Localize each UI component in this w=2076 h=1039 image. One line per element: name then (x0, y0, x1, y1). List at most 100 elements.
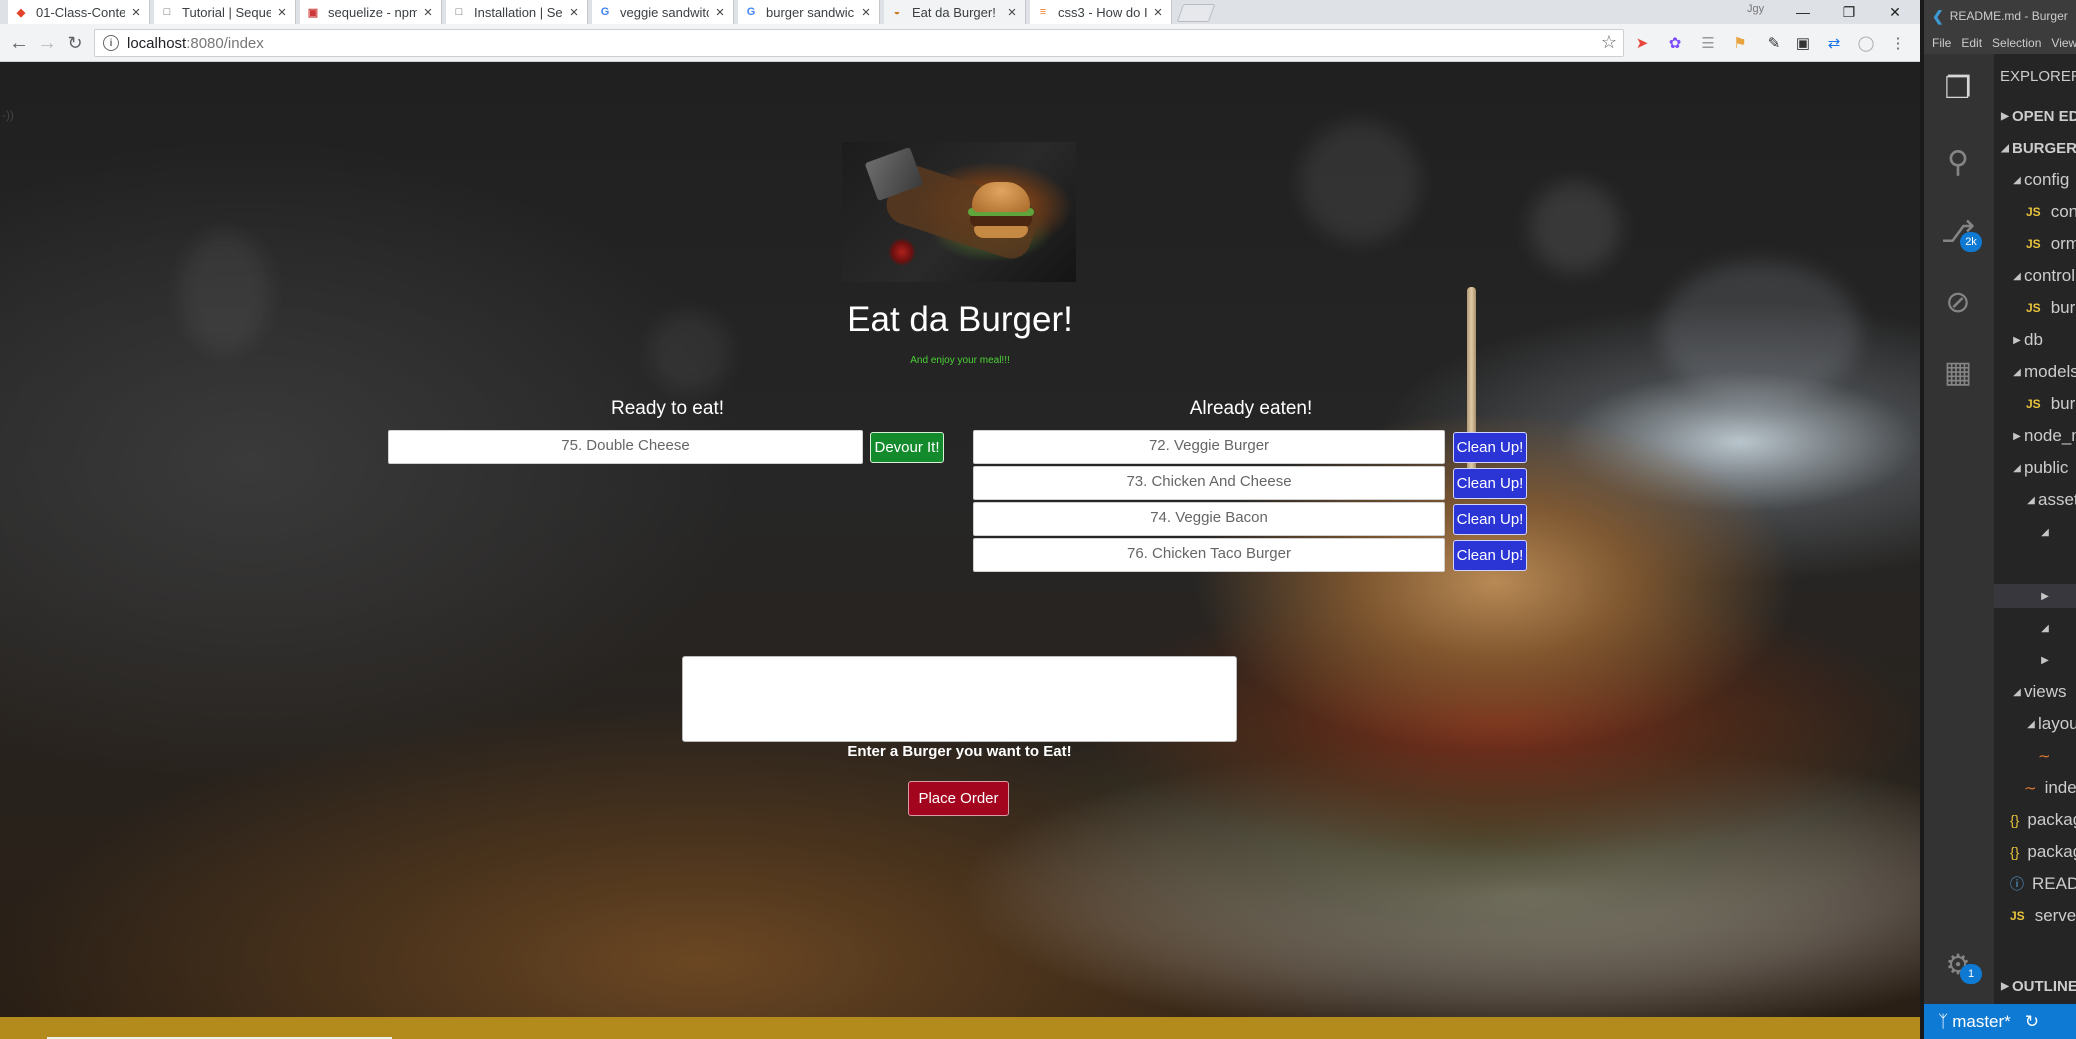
tree-file-js[interactable]: JSburger.js (1994, 392, 2076, 416)
extension-sync-icon[interactable]: ⇄ (1824, 33, 1844, 53)
extension-color-icon[interactable]: ✿ (1665, 33, 1685, 53)
settings-gear-icon[interactable]: ⚙ 1 (1938, 944, 1982, 984)
browser-tab[interactable]: ◆ 01-Class-Content/14-han× (8, 0, 150, 24)
json-file-icon: {} (2010, 812, 2020, 828)
browser-window: ◆01-Class-Content/14-han×□Tutorial | Seq… (0, 0, 1920, 1039)
tree-folder[interactable]: ◢ (1994, 520, 2076, 544)
address-bar[interactable]: i localhost:8080/index ☆ (94, 29, 1624, 57)
info-icon[interactable]: i (103, 35, 119, 51)
vscode-menubar: File Edit Selection View (1924, 32, 2076, 54)
tree-folder[interactable]: ◢controllers (1994, 264, 2076, 288)
extension-circle-icon[interactable]: ◯ (1856, 33, 1876, 53)
place-order-button[interactable]: Place Order (908, 781, 1009, 816)
explorer-files-icon[interactable]: ❐ (1938, 68, 1978, 108)
google-icon: G (600, 6, 610, 18)
page-title: Eat da Burger! (847, 300, 1073, 339)
extension-arrow-icon[interactable]: ➤ (1632, 33, 1652, 53)
extension-screenshot-icon[interactable]: ▣ (1793, 33, 1813, 53)
ready-burger-item: 75. Double Cheese (388, 430, 863, 464)
git-branch-icon: ᛉ (1938, 1011, 1949, 1031)
browser-tab[interactable]: □ Tutorial | Sequelize | The× (154, 0, 296, 24)
tree-file-js[interactable]: JSorm.js (1994, 232, 2076, 256)
tree-section-outline[interactable]: ▶ OUTLINE (1994, 974, 2076, 998)
browser-tab[interactable]: Gburger sandwich images× (738, 0, 880, 24)
debug-icon[interactable]: ⊘ (1938, 282, 1978, 322)
tree-file-js[interactable]: JSconnection.js (1994, 200, 2076, 224)
close-window-icon[interactable]: ✕ (1872, 0, 1918, 24)
tree-folder[interactable]: ▶node_modules (1994, 424, 2076, 448)
devour-button[interactable]: Devour It! (870, 432, 944, 463)
browser-tab[interactable]: □ Installation | Sequelize | T× (446, 0, 588, 24)
tab-close-icon[interactable]: × (275, 4, 289, 21)
maximize-icon[interactable]: ❐ (1826, 0, 1872, 24)
minimize-icon[interactable]: — (1780, 0, 1826, 24)
profile-label[interactable]: Jgy (1747, 3, 1764, 15)
menu-icon[interactable]: ⋮ (1888, 33, 1908, 53)
tab-close-icon[interactable]: × (129, 4, 143, 21)
forward-icon[interactable]: → (34, 30, 60, 56)
tree-file-js[interactable]: JSburgers_controller.js (1994, 296, 2076, 320)
tree-file-js[interactable]: JSserver.js (1994, 904, 2076, 928)
tree-folder[interactable]: ◢ models (1994, 360, 2076, 384)
sync-icon[interactable]: ↻ (2025, 1012, 2039, 1032)
extension-eyedropper-icon[interactable]: ✎ (1764, 33, 1784, 53)
extensions-icon[interactable]: ▦ (1938, 352, 1978, 392)
tab-close-icon[interactable]: × (859, 4, 873, 21)
burger-icon: ◒ (893, 6, 901, 18)
source-control-icon[interactable]: ⎇ 2k (1938, 212, 1982, 252)
extension-tag-icon[interactable]: ⚑ (1730, 33, 1750, 53)
tab-title: veggie sandwitch backgr (620, 4, 709, 20)
js-file-icon: JS (2026, 205, 2041, 219)
bookmark-star-icon[interactable]: ☆ (1601, 32, 1617, 53)
page-viewport: -)) Eat da Burger! And enjoy your meal!!… (0, 62, 1920, 1017)
tree-file-readme[interactable]: ⓘREADME.md (1994, 872, 2076, 896)
extension-bars-icon[interactable]: ☰ (1698, 33, 1718, 53)
clean-up-button[interactable]: Clean Up! (1453, 504, 1527, 535)
menu-selection[interactable]: Selection (1992, 36, 2041, 50)
tree-folder[interactable]: ◢layouts (1994, 712, 2076, 736)
menu-view[interactable]: View (2051, 36, 2076, 50)
menu-file[interactable]: File (1932, 36, 1951, 50)
browser-tab[interactable]: ◒ Eat da Burger! × (884, 0, 1026, 24)
tree-folder[interactable]: ◢ config (1994, 168, 2076, 192)
clean-up-button[interactable]: Clean Up! (1453, 540, 1527, 571)
tree-file-json[interactable]: {}package-lock.json (1994, 840, 2076, 864)
settings-badge: 1 (1960, 964, 1982, 984)
tree-section-open-editors[interactable]: ▶OPEN EDITORS (1994, 104, 2076, 128)
eaten-burger-item: 72. Veggie Burger (973, 430, 1445, 464)
browser-tab[interactable]: Gveggie sandwitch backgr× (592, 0, 734, 24)
url-host: localhost (127, 34, 187, 52)
back-icon[interactable]: ← (6, 30, 32, 56)
browser-tab[interactable]: ▣ sequelize - npm × (300, 0, 442, 24)
page-side-text: -)) (2, 108, 14, 122)
explorer-sidebar: EXPLORER ▶OPEN EDITORS ◢BURGER ◢config J… (1994, 54, 2076, 1004)
browser-tab[interactable]: ≡ css3 - How do I make my× (1030, 0, 1172, 24)
tree-file-handlebars[interactable]: ∼index.handlebars (1994, 776, 2076, 800)
burger-order-textarea[interactable] (682, 656, 1237, 742)
tree-folder[interactable]: ◢assets (1994, 488, 2076, 512)
js-file-icon: JS (2026, 397, 2041, 411)
search-icon[interactable]: ⚲ (1938, 142, 1978, 182)
tab-close-icon[interactable]: × (1005, 4, 1019, 21)
tree-folder[interactable]: ◢ public (1994, 456, 2076, 480)
tree-folder[interactable]: ◢ (1994, 616, 2076, 640)
tab-close-icon[interactable]: × (567, 4, 581, 21)
tab-title: Tutorial | Sequelize | The (182, 4, 271, 20)
tree-folder-selected[interactable]: ▶ (1994, 584, 2076, 608)
tree-folder[interactable]: ◢ views (1994, 680, 2076, 704)
tree-section-burger[interactable]: ◢ BURGER (1994, 136, 2076, 160)
reload-icon[interactable]: ↻ (62, 30, 88, 56)
new-tab-button[interactable] (1176, 4, 1216, 22)
menu-edit[interactable]: Edit (1961, 36, 1982, 50)
clean-up-button[interactable]: Clean Up! (1453, 432, 1527, 463)
tree-file-json[interactable]: {}package.json (1994, 808, 2076, 832)
git-branch-label[interactable]: master* (1952, 1012, 2011, 1032)
tab-close-icon[interactable]: × (1151, 4, 1165, 21)
tab-close-icon[interactable]: × (421, 4, 435, 21)
tab-close-icon[interactable]: × (713, 4, 727, 21)
tree-folder[interactable]: ▶ db (1994, 328, 2076, 352)
tree-file-handlebars[interactable]: ∼ (1994, 744, 2076, 768)
clean-up-button[interactable]: Clean Up! (1453, 468, 1527, 499)
tree-folder[interactable]: ▶ (1994, 648, 2076, 672)
tab-title: sequelize - npm (328, 4, 417, 20)
